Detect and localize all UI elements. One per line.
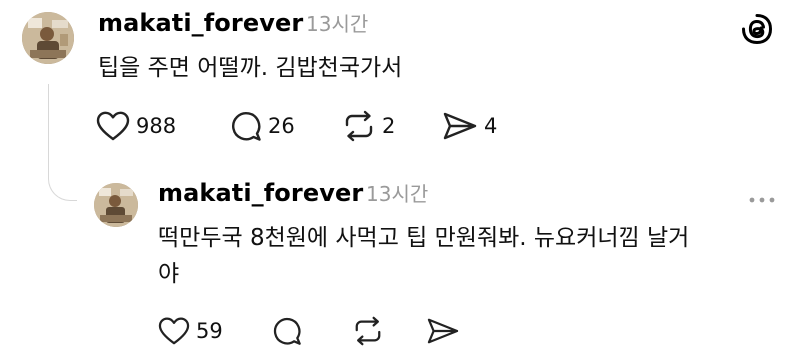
reply-like-button[interactable]: 59 — [158, 316, 223, 346]
reply-share-button[interactable] — [426, 316, 460, 350]
repost-count: 2 — [382, 114, 396, 138]
share-icon — [426, 318, 460, 350]
share-button[interactable]: 4 — [442, 110, 497, 142]
post-text: 팁을 주면 어떨까. 김밥천국가서 — [98, 55, 403, 81]
reply-avatar[interactable] — [94, 183, 138, 227]
comment-count: 26 — [268, 114, 295, 138]
repost-button[interactable]: 2 — [342, 110, 395, 142]
avatar[interactable] — [22, 12, 74, 64]
post-username[interactable]: makati_forever — [98, 8, 303, 38]
thread-connector — [48, 170, 77, 201]
heart-icon — [158, 316, 190, 346]
thread-line — [48, 84, 49, 179]
share-icon — [442, 110, 478, 142]
like-button[interactable]: 988 — [96, 110, 176, 142]
post-timestamp: 13시간 — [306, 12, 369, 36]
repost-icon — [342, 110, 376, 142]
threads-logo-icon[interactable] — [740, 12, 774, 46]
reply-like-count: 59 — [196, 319, 223, 343]
share-count: 4 — [484, 114, 498, 138]
more-options-icon[interactable] — [748, 190, 776, 203]
repost-icon — [352, 316, 384, 350]
comment-icon — [230, 110, 262, 142]
reply-repost-button[interactable] — [352, 316, 384, 350]
reply-timestamp: 13시간 — [366, 182, 429, 206]
comment-icon — [272, 317, 302, 350]
reply-username[interactable]: makati_forever — [158, 178, 363, 208]
reply-text-line-2: 야 — [158, 261, 180, 287]
reply-text-line-1: 떡만두국 8천원에 사먹고 팁 만원줘봐. 뉴요커너낌 날거 — [158, 225, 690, 251]
like-count: 988 — [136, 114, 177, 138]
heart-icon — [96, 110, 130, 142]
reply-comment-button[interactable] — [272, 316, 302, 350]
comment-button[interactable]: 26 — [230, 110, 295, 142]
